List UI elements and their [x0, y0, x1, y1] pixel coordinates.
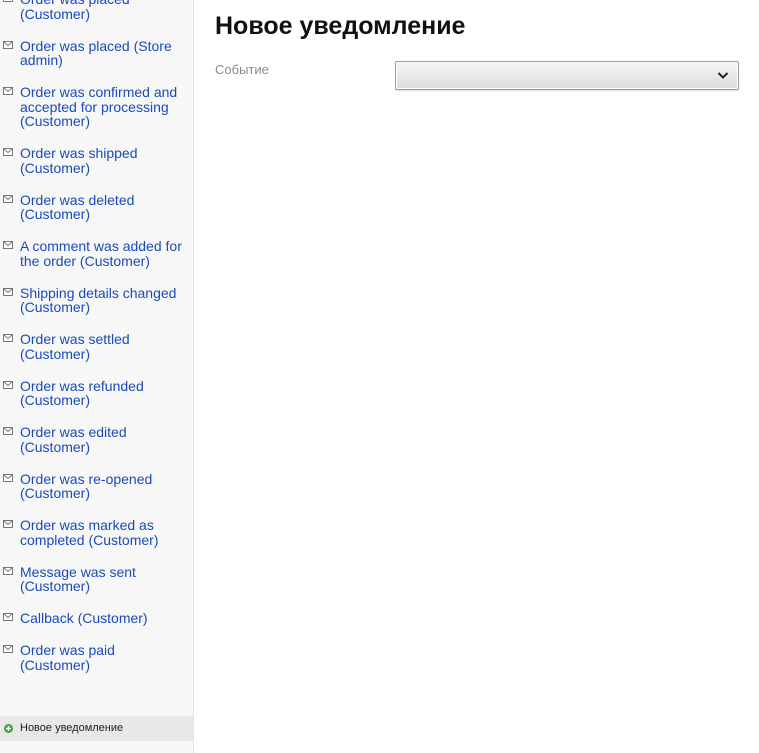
envelope-icon [3, 520, 13, 528]
envelope-icon [3, 427, 13, 435]
notification-item[interactable]: Order was placed (Customer) [0, 0, 193, 22]
envelope-icon [3, 334, 13, 342]
notification-item-label: Order was placed (Store admin) [20, 37, 172, 68]
envelope-icon [3, 87, 13, 95]
notification-item[interactable]: Shipping details changed (Customer) [0, 284, 193, 315]
notification-item[interactable]: Message was sent (Customer) [0, 563, 193, 594]
envelope-icon [3, 645, 13, 653]
envelope-icon [3, 566, 13, 575]
notification-item-label: Order was marked as completed (Customer) [20, 517, 159, 548]
notification-item-label: A comment was added for the order (Custo… [20, 238, 182, 269]
notification-item-label: Callback (Customer) [20, 610, 148, 626]
notification-item-label: Order was settled (Customer) [20, 331, 130, 362]
notification-item[interactable]: Order was refunded (Customer) [0, 377, 193, 408]
envelope-icon [3, 380, 13, 389]
chevron-down-icon [717, 72, 729, 79]
event-select[interactable] [395, 61, 739, 90]
envelope-icon [3, 241, 13, 249]
notification-item[interactable]: Order was re-opened (Customer) [0, 470, 193, 501]
notification-item[interactable]: Order was edited (Customer) [0, 424, 193, 455]
notification-item[interactable]: Order was marked as completed (Customer) [0, 517, 193, 548]
notification-item-label: Order was deleted (Customer) [20, 191, 135, 222]
page-title: Новое уведомление [215, 12, 466, 40]
notification-item-label: Order was shipped (Customer) [20, 145, 138, 176]
sidebar: Order was placed (Customer) Order was pla… [0, 0, 194, 753]
notification-item[interactable]: Order was settled (Customer) [0, 331, 193, 362]
notification-item[interactable]: Order was confirmed and accepted for pro… [0, 84, 193, 129]
envelope-icon [3, 613, 13, 621]
notification-item-label: Message was sent (Customer) [20, 563, 136, 594]
notification-item[interactable]: Order was paid (Customer) [0, 642, 193, 673]
plus-circle-icon [4, 724, 13, 733]
new-notification-button[interactable]: Новое уведомление [0, 716, 193, 741]
notification-item[interactable]: Order was deleted (Customer) [0, 191, 193, 222]
notification-list: Order was placed (Customer) Order was pla… [0, 0, 193, 690]
envelope-icon [3, 40, 13, 49]
notification-item-label: Order was re-opened (Customer) [20, 470, 153, 501]
notification-item-label: Order was refunded (Customer) [20, 377, 144, 408]
notification-item-label: Order was confirmed and accepted for pro… [20, 84, 178, 129]
notification-item-label: Shipping details changed (Customer) [20, 284, 177, 315]
notification-item-label: Order was edited (Customer) [20, 424, 127, 455]
envelope-icon [3, 473, 13, 482]
notification-item-label: Order was placed (Customer) [20, 0, 130, 22]
event-field-label: Событие [215, 62, 269, 77]
notification-item[interactable]: A comment was added for the order (Custo… [0, 238, 193, 269]
envelope-icon [3, 0, 13, 2]
envelope-icon [3, 287, 13, 296]
new-notification-label: Новое уведомление [20, 722, 124, 734]
notification-item[interactable]: Callback (Customer) [0, 610, 193, 626]
notification-item[interactable]: Order was shipped (Customer) [0, 145, 193, 176]
notification-item[interactable]: Order was placed (Store admin) [0, 37, 193, 68]
notification-item-label: Order was paid (Customer) [20, 642, 115, 673]
envelope-icon [3, 194, 13, 203]
envelope-icon [3, 148, 13, 156]
